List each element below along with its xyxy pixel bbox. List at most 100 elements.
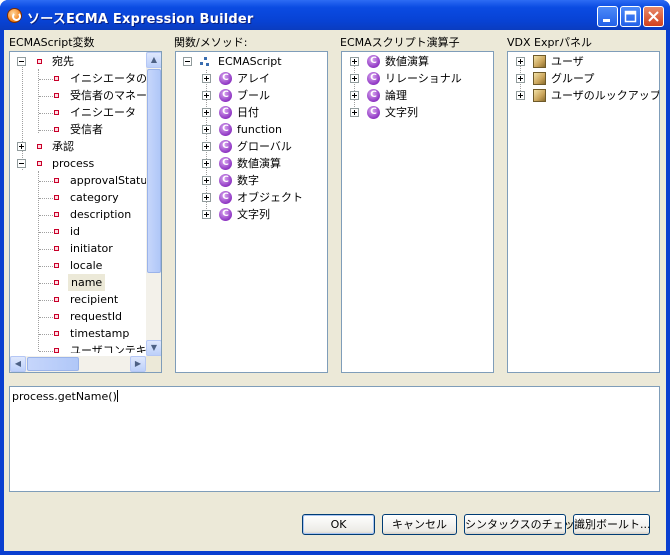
tree-node[interactable]: 承認 — [10, 138, 150, 155]
tree-node-label: 日付 — [237, 106, 259, 119]
tree-node-label: ブール — [237, 89, 270, 102]
expand-toggle-icon[interactable] — [202, 193, 211, 202]
expression-text: process.getName() — [12, 390, 117, 403]
tree-node-selected[interactable]: name — [10, 274, 150, 291]
expand-toggle-icon[interactable] — [202, 176, 211, 185]
expand-toggle-icon[interactable] — [202, 210, 211, 219]
scroll-up-arrow-icon[interactable]: ▲ — [146, 52, 161, 68]
ecma-vars-tree[interactable]: 宛先 イニシエータのマ 受信者のマネー イニシエータ 受信者 承認 proces… — [9, 51, 162, 373]
expand-toggle-icon[interactable] — [202, 142, 211, 151]
class-icon: C — [219, 72, 232, 85]
variable-icon — [54, 331, 59, 336]
vertical-scrollbar[interactable]: ▲ ▼ — [146, 52, 161, 356]
scrollbar-thumb[interactable] — [27, 357, 79, 371]
syntax-check-button[interactable]: シンタックスのチェック — [464, 514, 586, 535]
expand-toggle-icon[interactable] — [350, 91, 359, 100]
expand-toggle-icon[interactable] — [202, 125, 211, 134]
expand-toggle-icon[interactable] — [202, 108, 211, 117]
collapse-toggle-icon[interactable] — [183, 57, 192, 66]
tree-node[interactable]: locale — [10, 257, 150, 274]
tree-node[interactable]: イニシエータのマ — [10, 70, 158, 87]
tree-node[interactable]: 受信者のマネー — [10, 87, 150, 104]
variable-icon — [54, 297, 59, 302]
expand-toggle-icon[interactable] — [17, 142, 26, 151]
class-icon: C — [219, 123, 232, 136]
tree-node[interactable]: requestId — [10, 308, 150, 325]
class-icon: C — [219, 157, 232, 170]
collapse-toggle-icon[interactable] — [17, 57, 26, 66]
tree-node-label: グループ — [551, 72, 595, 85]
tree-node-label: イニシエータのマ — [70, 72, 158, 85]
close-button[interactable] — [643, 6, 664, 27]
expand-toggle-icon[interactable] — [516, 74, 525, 83]
expression-editor[interactable]: process.getName() — [9, 386, 660, 492]
tree-node-label: 数値演算 — [237, 157, 281, 170]
horizontal-scrollbar[interactable]: ◀ ▶ — [10, 356, 161, 372]
collapse-toggle-icon[interactable] — [17, 159, 26, 168]
scroll-right-arrow-icon[interactable]: ▶ — [130, 356, 146, 372]
class-icon: C — [367, 106, 380, 119]
variable-icon — [37, 59, 42, 64]
tree-node-label: イニシエータ — [70, 106, 136, 119]
tree-node[interactable]: イニシエータ — [10, 104, 150, 121]
tree-node-label: category — [70, 191, 119, 204]
functions-tree[interactable]: ECMAScript C アレイ C ブール C 日付 C function C… — [175, 51, 328, 373]
tree-node-label: approvalStatu — [70, 174, 148, 187]
expand-toggle-icon[interactable] — [202, 74, 211, 83]
package-icon — [533, 55, 546, 68]
expand-toggle-icon[interactable] — [350, 108, 359, 117]
operators-label: ECMAスクリプト演算子 — [340, 36, 460, 49]
tree-node[interactable]: id — [10, 223, 150, 240]
tree-node[interactable]: initiator — [10, 240, 150, 257]
identity-vault-button[interactable]: 識別ボールト... — [573, 514, 651, 535]
variable-icon — [54, 314, 59, 319]
tree-node-label: 論理 — [385, 89, 407, 102]
maximize-button[interactable] — [620, 6, 641, 27]
tree-node[interactable]: description — [10, 206, 150, 223]
title-bar[interactable]: ソースECMA Expression Builder — [0, 0, 670, 30]
tree-node[interactable]: recipient — [10, 291, 150, 308]
tree-node[interactable]: approvalStatu — [10, 172, 150, 189]
tree-node[interactable]: 受信者 — [10, 121, 150, 138]
variable-icon — [54, 76, 59, 81]
minimize-icon — [603, 19, 610, 22]
tree-node[interactable]: category — [10, 189, 150, 206]
cancel-button[interactable]: キャンセル — [382, 514, 457, 535]
scrollbar-corner — [146, 356, 161, 372]
expand-toggle-icon[interactable] — [202, 159, 211, 168]
tree-node[interactable]: ユーザコンテキ — [10, 342, 150, 353]
scrollbar-thumb[interactable] — [147, 69, 161, 273]
expand-toggle-icon[interactable] — [202, 91, 211, 100]
tree-node[interactable]: process — [10, 155, 150, 172]
variable-icon — [54, 178, 59, 183]
expand-toggle-icon[interactable] — [516, 57, 525, 66]
tree-node-label: 数値演算 — [385, 55, 429, 68]
ecmascript-icon — [200, 57, 210, 67]
variable-icon — [37, 161, 42, 166]
tree-node-label: アレイ — [237, 72, 270, 85]
expand-toggle-icon[interactable] — [350, 74, 359, 83]
minimize-button[interactable] — [597, 6, 618, 27]
scroll-down-arrow-icon[interactable]: ▼ — [146, 340, 161, 356]
tree-node-label: timestamp — [70, 327, 130, 340]
class-icon: C — [219, 89, 232, 102]
expand-toggle-icon[interactable] — [350, 57, 359, 66]
variable-icon — [54, 127, 59, 132]
tree-node-label: 受信者 — [70, 123, 103, 136]
scroll-left-arrow-icon[interactable]: ◀ — [10, 356, 26, 372]
tree-node-label: 宛先 — [52, 55, 74, 68]
tree-node-label: description — [70, 208, 132, 221]
tree-node-label: locale — [70, 259, 103, 272]
tree-node-label: オブジェクト — [237, 191, 303, 204]
expand-toggle-icon[interactable] — [516, 91, 525, 100]
ok-button[interactable]: OK — [302, 514, 375, 535]
tree-node[interactable]: timestamp — [10, 325, 150, 342]
tree-node-label: ユーザのルックアップ — [551, 89, 660, 102]
tree-node-label: ECMAScript — [218, 55, 282, 68]
variable-icon — [54, 246, 59, 251]
operators-tree[interactable]: C 数値演算 C リレーショナル C 論理 C 文字列 — [341, 51, 494, 373]
vdx-tree[interactable]: ユーザ グループ ユーザのルックアップ — [507, 51, 660, 373]
tree-node[interactable]: 宛先 — [10, 53, 150, 70]
tree-node-label: id — [70, 225, 81, 238]
ecma-vars-label: ECMAScript変数 — [9, 36, 95, 49]
